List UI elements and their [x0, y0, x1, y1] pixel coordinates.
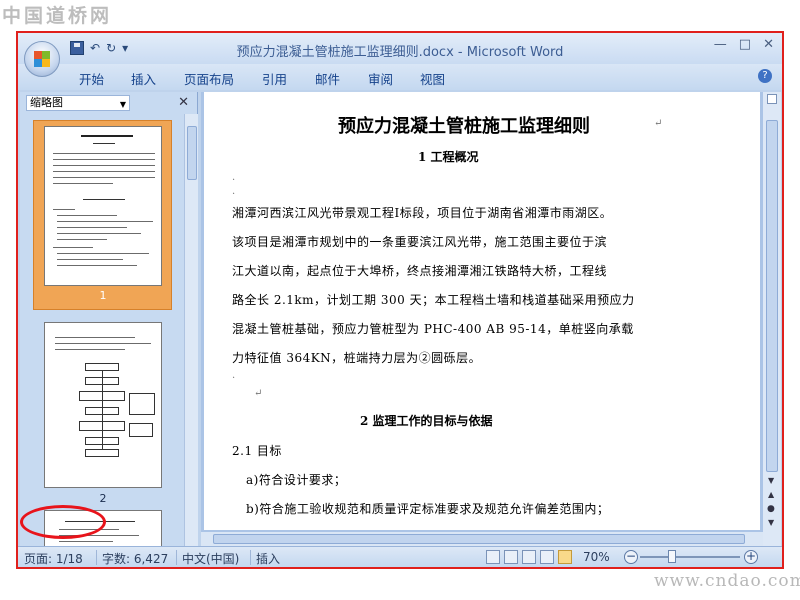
- help-icon[interactable]: ?: [758, 69, 772, 83]
- status-separator: [250, 550, 251, 565]
- paragraph-mark: ↵: [654, 118, 663, 129]
- tab-view[interactable]: 视图: [420, 69, 445, 88]
- close-pane-button[interactable]: ✕: [178, 95, 189, 110]
- zoom-out-button[interactable]: −: [624, 550, 638, 564]
- section-heading-2: 2 监理工作的目标与依据: [360, 414, 493, 428]
- office-button[interactable]: [24, 41, 60, 77]
- paragraph-mark: .: [232, 172, 236, 183]
- list-item: a)符合设计要求；: [246, 473, 347, 487]
- thumbnail-view-label: 缩略图: [30, 96, 63, 109]
- paragraph-mark: ↵: [254, 388, 263, 399]
- zoom-level[interactable]: 70%: [583, 550, 610, 564]
- body-line-6: 力特征值 364KN，桩端持力层为②圆砾层。: [232, 351, 482, 365]
- thumbnail-list: 1 2: [20, 114, 180, 546]
- zoom-slider-knob[interactable]: [668, 550, 676, 563]
- tab-home[interactable]: 开始: [79, 69, 104, 88]
- thumbnail-page-1-number: 1: [99, 289, 107, 302]
- thumbnail-scroll-thumb[interactable]: [187, 126, 197, 180]
- browse-object-icon[interactable]: ●: [767, 504, 775, 514]
- next-page-icon[interactable]: ▼: [768, 518, 774, 527]
- insert-mode-indicator[interactable]: 插入: [256, 550, 280, 567]
- body-line-5: 混凝土管桩基础，预应力管桩型为 PHC-400 AB 95-14，单桩竖向承载: [232, 322, 634, 336]
- tab-review[interactable]: 审阅: [368, 69, 393, 88]
- subsection-heading: 2.1 目标: [232, 444, 282, 458]
- paragraph-mark: .: [232, 370, 236, 381]
- scroll-down-arrow-icon[interactable]: ▼: [768, 476, 774, 485]
- full-screen-reading-icon[interactable]: [504, 550, 518, 564]
- word-window: ↶ ↻ ▾ 预应力混凝土管桩施工监理细则.docx - Microsoft Wo…: [18, 33, 782, 567]
- body-line-3: 江大道以南，起点位于大埠桥，终点接湘潭湘江铁路特大桥，工程线: [232, 264, 608, 278]
- body-line-4: 路全长 2.1km，计划工期 300 天；本工程档土墙和栈道基础采用预应力: [232, 293, 635, 307]
- highlight-ellipse: [20, 505, 106, 539]
- thumbnail-page-1[interactable]: [44, 126, 162, 286]
- window-title: 预应力混凝土管桩施工监理细则.docx - Microsoft Word: [236, 45, 564, 60]
- minimize-button[interactable]: —: [714, 37, 727, 52]
- web-layout-icon[interactable]: [522, 550, 536, 564]
- title-bar: ↶ ↻ ▾ 预应力混凝土管桩施工监理细则.docx - Microsoft Wo…: [18, 33, 782, 64]
- tab-page-layout[interactable]: 页面布局: [184, 69, 234, 88]
- section-heading-1: 1 工程概况: [418, 150, 479, 164]
- zoom-in-button[interactable]: +: [744, 550, 758, 564]
- ruler-toggle-icon[interactable]: [767, 94, 777, 104]
- highlight-frame: ↶ ↻ ▾ 预应力混凝土管桩施工监理细则.docx - Microsoft Wo…: [16, 31, 784, 569]
- horizontal-scroll-thumb[interactable]: [213, 534, 745, 544]
- thumbnail-pane: 缩略图 ▼ ✕ 1 2: [20, 92, 198, 546]
- status-separator: [96, 550, 97, 565]
- tab-mailings[interactable]: 邮件: [315, 69, 340, 88]
- previous-page-icon[interactable]: ▲: [768, 490, 774, 499]
- draft-view-icon[interactable]: [558, 550, 572, 564]
- site-watermark-url: www.cndao.com: [654, 571, 800, 591]
- outline-view-icon[interactable]: [540, 550, 554, 564]
- word-count[interactable]: 字数: 6,427: [102, 550, 168, 567]
- thumbnail-scrollbar[interactable]: [184, 114, 198, 546]
- thumbnail-page-2[interactable]: [44, 322, 162, 488]
- thumbnail-page-2-number: 2: [99, 492, 107, 505]
- language-indicator[interactable]: 中文(中国): [182, 550, 239, 567]
- paragraph-mark: .: [232, 186, 236, 197]
- chevron-down-icon: ▼: [119, 100, 126, 109]
- list-item: b)符合施工验收规范和质量评定标准要求及规范允许偏差范围内；: [246, 502, 610, 516]
- office-logo-icon: [34, 51, 50, 67]
- status-separator: [176, 550, 177, 565]
- page-count[interactable]: 页面: 1/18: [24, 550, 83, 567]
- document-title: 预应力混凝土管桩施工监理细则: [338, 116, 590, 137]
- print-layout-view-icon[interactable]: [486, 550, 500, 564]
- maximize-button[interactable]: □: [739, 37, 751, 52]
- tab-insert[interactable]: 插入: [131, 69, 156, 88]
- vertical-scroll-thumb[interactable]: [766, 120, 778, 472]
- horizontal-scrollbar[interactable]: [201, 532, 763, 546]
- thumbnail-view-dropdown[interactable]: 缩略图 ▼: [26, 95, 130, 111]
- site-watermark-logo: 中国道桥网: [2, 5, 113, 27]
- vertical-scrollbar[interactable]: ▼ ▲ ● ▼: [763, 92, 781, 546]
- body-line-2: 该项目是湘潭市规划中的一条重要滨江风光带，施工范围主要位于滨: [232, 235, 608, 249]
- tab-references[interactable]: 引用: [262, 69, 287, 88]
- ribbon-tabs: 开始 插入 页面布局 引用 邮件 审阅 视图 ?: [18, 64, 782, 90]
- status-bar: 页面: 1/18 字数: 6,427 中文(中国) 插入 70% − +: [18, 546, 782, 567]
- document-area: 预应力混凝土管桩施工监理细则 ↵ 1 工程概况 . . 湘潭河西滨江风光带景观工…: [201, 92, 781, 546]
- body-line-1: 湘潭河西滨江风光带景观工程Ⅰ标段，项目位于湖南省湘潭市雨湖区。: [232, 206, 613, 220]
- close-button[interactable]: ✕: [763, 37, 774, 52]
- document-page[interactable]: 预应力混凝土管桩施工监理细则 ↵ 1 工程概况 . . 湘潭河西滨江风光带景观工…: [204, 92, 760, 530]
- window-controls: — □ ✕: [714, 37, 774, 52]
- zoom-slider[interactable]: [640, 556, 740, 558]
